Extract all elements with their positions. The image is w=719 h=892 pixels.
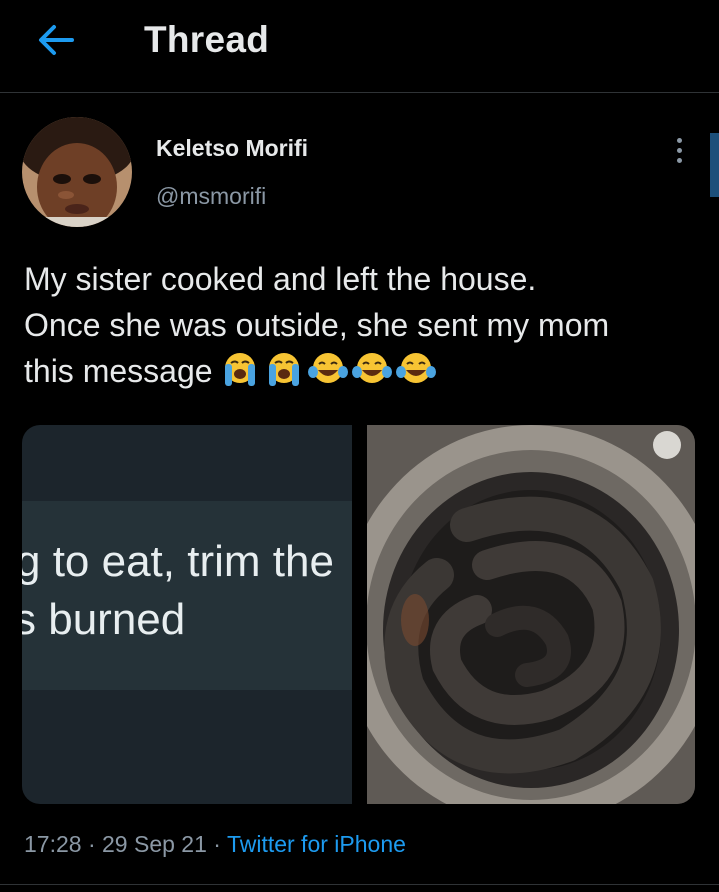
tweet-date: 29 Sep 21: [102, 831, 207, 857]
face-with-tears-of-joy-icon: [351, 353, 392, 383]
chat-text-line: g to eat, trim the: [22, 537, 334, 586]
more-dot: [676, 147, 682, 153]
author-handle[interactable]: @msmorifi: [156, 183, 266, 210]
author-display-name[interactable]: Keletso Morifi: [156, 135, 308, 162]
face-with-tears-of-joy-icon: [395, 353, 436, 383]
more-dots-icon: [676, 137, 682, 143]
tweet-source-link[interactable]: Twitter for iPhone: [227, 831, 406, 857]
chat-text-line: s burned: [22, 595, 186, 644]
loudly-crying-face-icon: [224, 353, 255, 386]
top-bar: Thread: [0, 0, 719, 93]
more-options-button[interactable]: [664, 130, 694, 170]
tweet-meta: 17:28 · 29 Sep 21 · Twitter for iPhone: [24, 831, 406, 858]
back-button[interactable]: [34, 20, 78, 60]
tweet-text-segment: this message: [24, 353, 213, 389]
face-with-tears-of-joy-icon: [307, 353, 348, 383]
burnt-sausage-photo: [367, 425, 695, 804]
scrollbar[interactable]: [710, 133, 719, 197]
meta-separator: ·: [87, 831, 96, 857]
media-image-burnt-sausage[interactable]: [367, 425, 695, 804]
loudly-crying-face-icon: [268, 353, 299, 386]
arrow-left-icon: [39, 25, 74, 55]
tweet-time: 17:28: [24, 831, 82, 857]
tweet-text: My sister cooked and left the house. Onc…: [24, 256, 704, 394]
tweet-text-line: Once she was outside, she sent my mom: [24, 307, 610, 343]
tweet-text-line: My sister cooked and left the house.: [24, 261, 537, 297]
page-title: Thread: [144, 19, 270, 60]
tweet-media: g to eat, trim the s burned: [22, 425, 695, 804]
avatar[interactable]: [22, 117, 132, 227]
emoji-row: [219, 350, 437, 388]
divider: [0, 884, 719, 885]
meta-separator: ·: [213, 831, 221, 857]
more-dot: [676, 157, 682, 163]
tweet-text-line: this message: [24, 348, 704, 394]
media-image-screenshot[interactable]: g to eat, trim the s burned: [22, 425, 352, 804]
